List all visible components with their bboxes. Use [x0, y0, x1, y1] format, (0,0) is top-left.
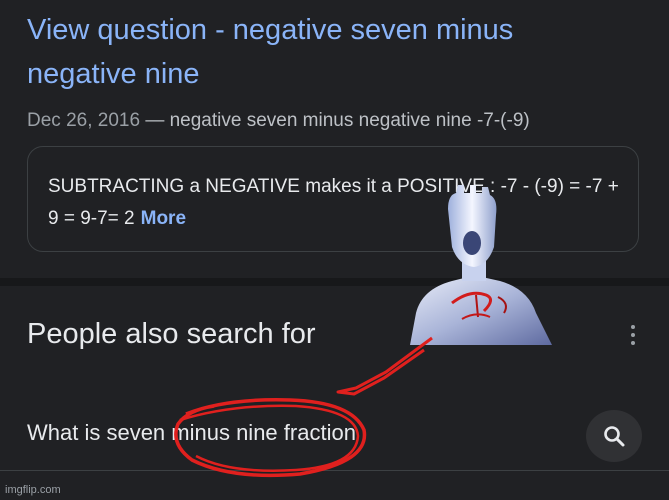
- red-circle-annotation: [174, 336, 433, 478]
